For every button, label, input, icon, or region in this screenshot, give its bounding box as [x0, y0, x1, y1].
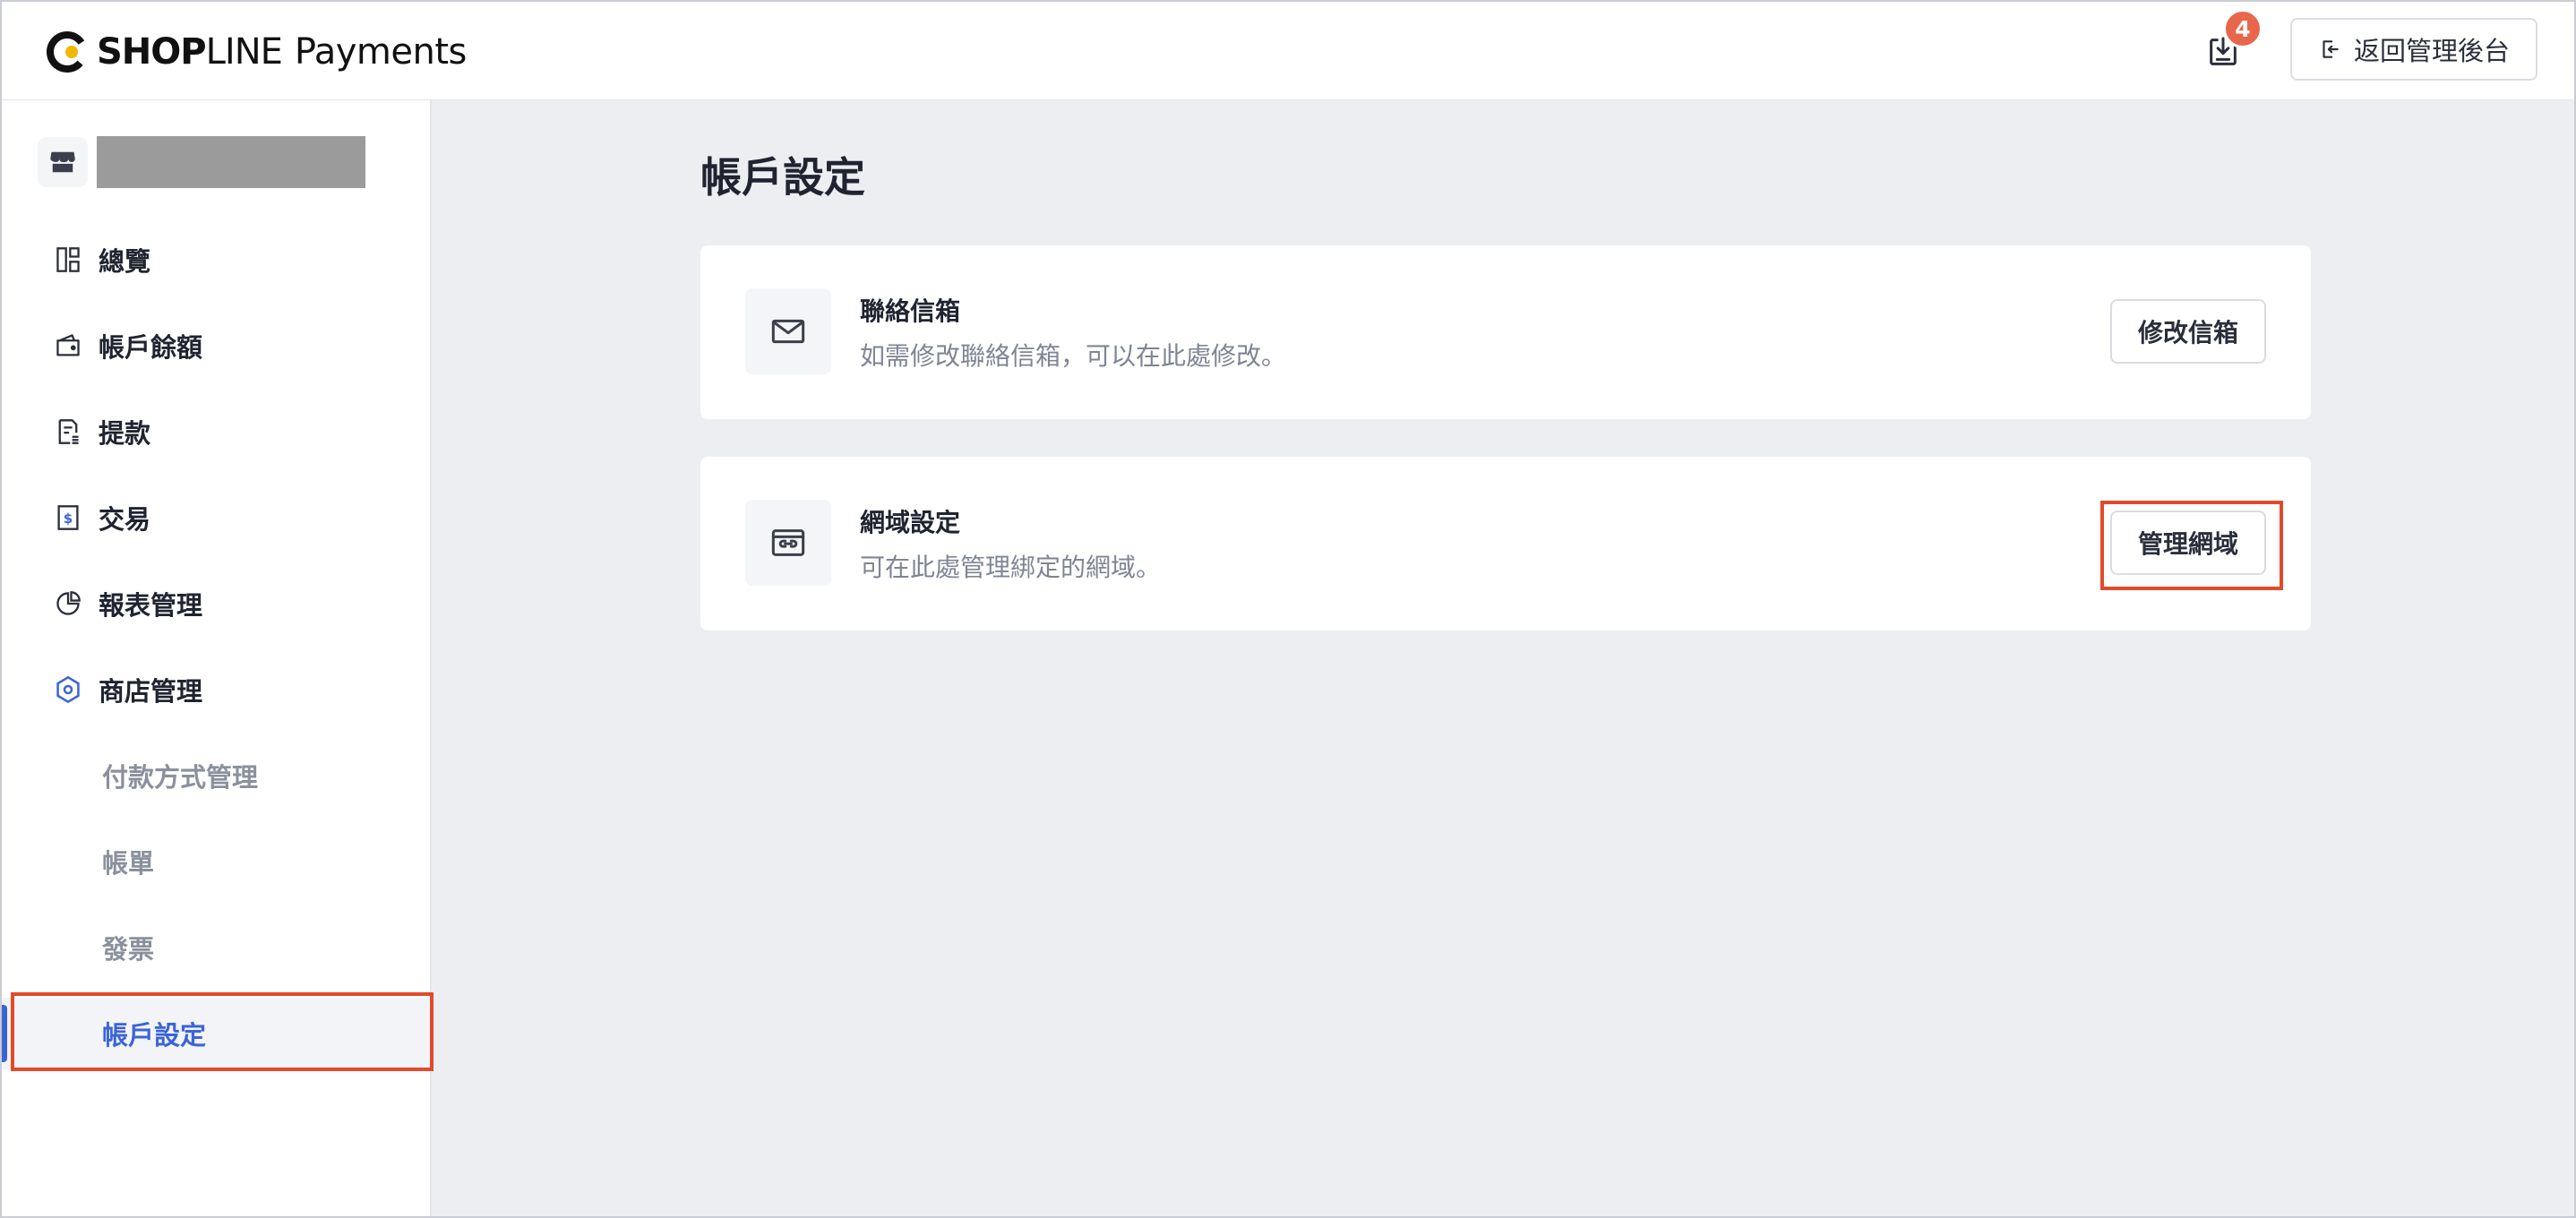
- sidebar-item-label: 總覽: [99, 246, 151, 277]
- card-description: 如需修改聯絡信箱，可以在此處修改。: [860, 341, 1287, 371]
- notification-badge: 4: [2223, 9, 2263, 48]
- sidebar-subitem-label: 帳單: [102, 848, 155, 879]
- page-title: 帳戶設定: [700, 153, 865, 202]
- sidebar-subitem-invoices[interactable]: 發票: [2, 912, 430, 983]
- sidebar-subitem-account-settings[interactable]: 帳戶設定: [2, 998, 430, 1069]
- sidebar-subitem-payment-methods[interactable]: 付款方式管理: [2, 740, 430, 811]
- store-name-redacted: [97, 136, 365, 188]
- card-title: 網域設定: [860, 508, 961, 537]
- sidebar-subitem-billing[interactable]: 帳單: [2, 826, 430, 897]
- wallet-icon: [54, 331, 82, 360]
- domain-link-icon: [745, 500, 831, 586]
- back-to-admin-button[interactable]: 返回管理後台: [2290, 18, 2537, 81]
- logo-mark-icon: [47, 31, 88, 73]
- sidebar-item-label: 商店管理: [99, 676, 203, 707]
- sidebar-item-label: 交易: [99, 504, 151, 535]
- transaction-icon: $: [54, 503, 82, 532]
- store-icon: [38, 137, 88, 187]
- contact-email-card: 聯絡信箱 如需修改聯絡信箱，可以在此處修改。 修改信箱: [700, 245, 2311, 419]
- sidebar: 總覽 帳戶餘額 提款 $ 交易 報表管理 商店管理 付款方式管理 帳單 發票 帳…: [2, 100, 432, 1216]
- dashboard-icon: [54, 245, 82, 274]
- store-settings-icon: [54, 675, 82, 704]
- active-indicator: [2, 1005, 7, 1062]
- sidebar-item-transactions[interactable]: $ 交易: [2, 482, 430, 553]
- exit-icon: [2323, 40, 2339, 58]
- svg-text:$: $: [64, 510, 73, 527]
- store-selector[interactable]: [38, 136, 365, 188]
- sidebar-item-reports[interactable]: 報表管理: [2, 568, 430, 639]
- top-header: SHOPLINE Payments 4 返回管理後台: [2, 2, 2574, 100]
- manage-domain-button[interactable]: 管理網域: [2110, 510, 2266, 575]
- back-to-admin-label: 返回管理後台: [2353, 36, 2510, 66]
- sidebar-item-label: 報表管理: [99, 590, 203, 621]
- sidebar-subitem-label: 帳戶設定: [102, 1020, 207, 1051]
- sidebar-item-withdraw[interactable]: 提款: [2, 396, 430, 467]
- sidebar-item-label: 帳戶餘額: [99, 332, 203, 363]
- logo-brand-bold: SHOP: [97, 31, 207, 73]
- shopline-payments-logo[interactable]: SHOPLINE Payments: [45, 27, 467, 77]
- sidebar-subitem-label: 發票: [102, 934, 155, 965]
- report-icon: [54, 589, 82, 618]
- domain-settings-card: 網域設定 可在此處管理綁定的網域。 管理網域: [700, 457, 2311, 630]
- logo-product-name: Payments: [294, 31, 467, 73]
- withdraw-icon: [54, 417, 82, 446]
- sidebar-item-overview[interactable]: 總覽: [2, 224, 430, 296]
- sidebar-item-balance[interactable]: 帳戶餘額: [2, 310, 430, 382]
- sidebar-item-store-management[interactable]: 商店管理: [2, 654, 430, 725]
- card-title: 聯絡信箱: [860, 296, 961, 326]
- card-description: 可在此處管理綁定的網域。: [860, 553, 1162, 582]
- sidebar-item-label: 提款: [99, 418, 151, 449]
- sidebar-subitem-label: 付款方式管理: [102, 762, 259, 793]
- logo-brand-light: LINE: [205, 31, 283, 73]
- edit-email-button[interactable]: 修改信箱: [2110, 299, 2266, 364]
- app-window: SHOPLINE Payments 4 返回管理後台 總覽 帳戶餘額 提款 $ …: [0, 0, 2576, 1218]
- mail-icon: [745, 288, 831, 374]
